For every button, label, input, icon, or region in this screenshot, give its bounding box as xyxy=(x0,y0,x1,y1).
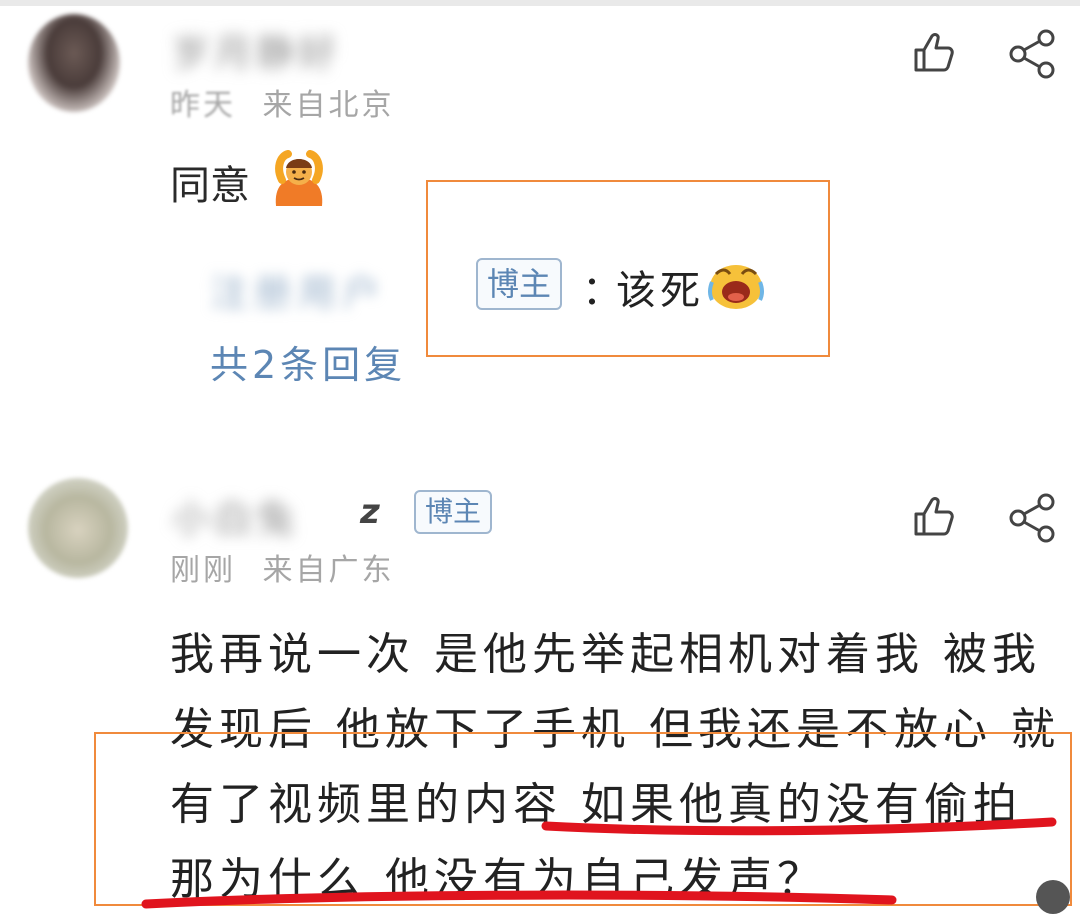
comment-meta: 昨天 来自北京 xyxy=(170,80,395,124)
share-icon[interactable] xyxy=(1006,28,1058,80)
reply-count-link[interactable]: 共2条回复 xyxy=(210,334,406,389)
blogger-tag: 博主 xyxy=(414,490,493,534)
top-strip xyxy=(0,0,1080,6)
author-name[interactable]: 岁月静好 xyxy=(172,22,340,77)
thumbs-up-icon[interactable] xyxy=(910,28,958,76)
comment-meta: 刚刚 来自广东 xyxy=(170,545,395,589)
crying-face-emoji xyxy=(708,265,764,309)
author-name[interactable]: 小白兔 xyxy=(172,488,298,543)
comment-time: 刚刚 xyxy=(170,553,236,588)
blogger-tag: 博主 xyxy=(476,258,563,310)
avatar[interactable] xyxy=(28,14,120,112)
share-icon[interactable] xyxy=(1006,492,1058,544)
floating-action-button[interactable] xyxy=(1036,880,1070,914)
comment-text: 同意 xyxy=(170,163,250,209)
thumbs-up-icon[interactable] xyxy=(910,492,958,540)
reply-author-name[interactable]: 注册用户 xyxy=(210,262,386,317)
author-name-suffix: z xyxy=(360,492,380,532)
comment-location: 来自广东 xyxy=(262,553,395,588)
comment-time: 昨天 xyxy=(170,88,236,123)
reply-text: 该死 xyxy=(616,268,704,314)
red-underline xyxy=(141,890,897,909)
person-gesturing-ok-emoji xyxy=(275,150,323,206)
red-underline xyxy=(541,817,1057,836)
avatar[interactable] xyxy=(28,478,128,578)
comment-location: 来自北京 xyxy=(262,88,395,123)
comment-body-line: 我再说一次 是他先举起相机对着我 被我 xyxy=(170,629,1041,680)
